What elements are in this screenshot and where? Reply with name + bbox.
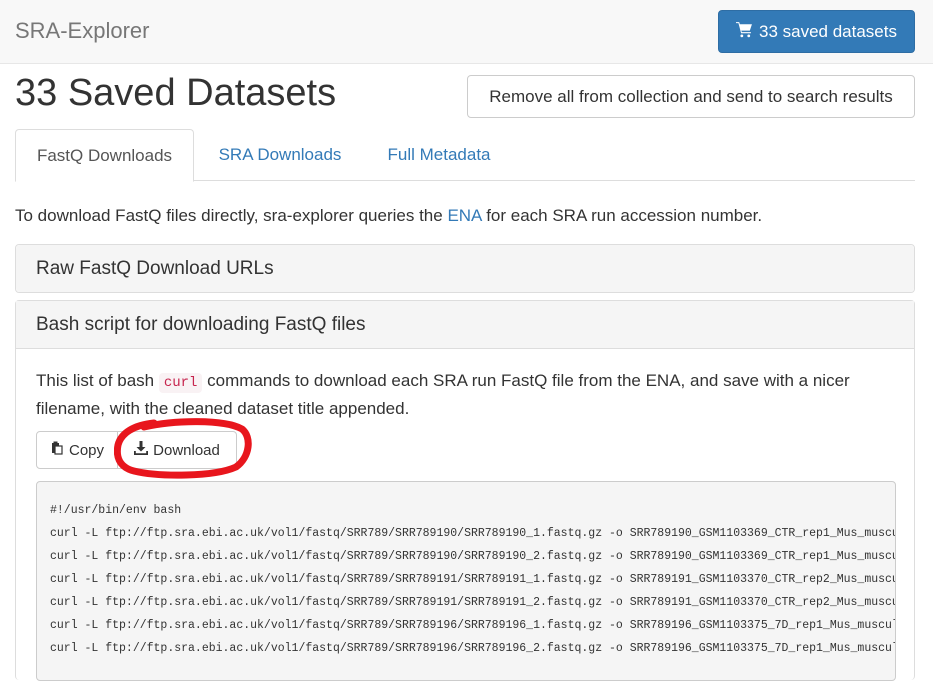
bash-script-panel: Bash script for downloading FastQ files …	[15, 300, 915, 681]
tab-full-metadata[interactable]: Full Metadata	[369, 129, 509, 181]
download-button[interactable]: Download	[117, 431, 237, 469]
tab-bar: FastQ Downloads SRA Downloads Full Metad…	[15, 129, 915, 182]
tab-fastq-downloads[interactable]: FastQ Downloads	[15, 129, 194, 182]
page-title: 33 Saved Datasets	[15, 72, 337, 114]
bash-script-panel-heading[interactable]: Bash script for downloading FastQ files	[16, 301, 914, 349]
saved-datasets-button[interactable]: 33 saved datasets	[718, 10, 915, 53]
raw-urls-panel: Raw FastQ Download URLs	[15, 244, 915, 293]
intro-text-after: for each SRA run accession number.	[481, 206, 763, 225]
download-button-label: Download	[153, 441, 220, 459]
intro-text: To download FastQ files directly, sra-ex…	[15, 206, 762, 226]
clipboard-icon	[50, 441, 64, 459]
tab-sra-downloads[interactable]: SRA Downloads	[201, 129, 359, 181]
code-line: #!/usr/bin/env bash	[50, 504, 182, 517]
navbar: SRA-Explorer 33 saved datasets	[0, 0, 933, 64]
bash-desc-before: This list of bash	[36, 371, 159, 390]
code-line: curl -L ftp://ftp.sra.ebi.ac.uk/vol1/fas…	[50, 619, 896, 632]
bash-script-code-block[interactable]: #!/usr/bin/env bash curl -L ftp://ftp.sr…	[36, 481, 896, 681]
copy-button-label: Copy	[68, 441, 105, 459]
saved-datasets-label: 33 saved datasets	[759, 21, 897, 41]
code-line: curl -L ftp://ftp.sra.ebi.ac.uk/vol1/fas…	[50, 642, 896, 655]
bash-script-description: This list of bash curl commands to downl…	[36, 368, 896, 421]
brand-title[interactable]: SRA-Explorer	[15, 18, 149, 44]
curl-inline-code: curl	[158, 373, 203, 393]
ena-link[interactable]: ENA	[447, 206, 481, 225]
raw-urls-panel-heading[interactable]: Raw FastQ Download URLs	[16, 245, 914, 292]
intro-text-before: To download FastQ files directly, sra-ex…	[15, 206, 448, 225]
copy-button[interactable]: Copy	[36, 431, 118, 469]
code-line: curl -L ftp://ftp.sra.ebi.ac.uk/vol1/fas…	[50, 550, 896, 563]
code-line: curl -L ftp://ftp.sra.ebi.ac.uk/vol1/fas…	[50, 527, 896, 540]
code-line: curl -L ftp://ftp.sra.ebi.ac.uk/vol1/fas…	[50, 573, 896, 586]
shopping-cart-icon	[736, 21, 753, 43]
download-icon	[134, 441, 149, 459]
remove-all-button[interactable]: Remove all from collection and send to s…	[467, 75, 915, 118]
code-line: curl -L ftp://ftp.sra.ebi.ac.uk/vol1/fas…	[50, 596, 896, 609]
